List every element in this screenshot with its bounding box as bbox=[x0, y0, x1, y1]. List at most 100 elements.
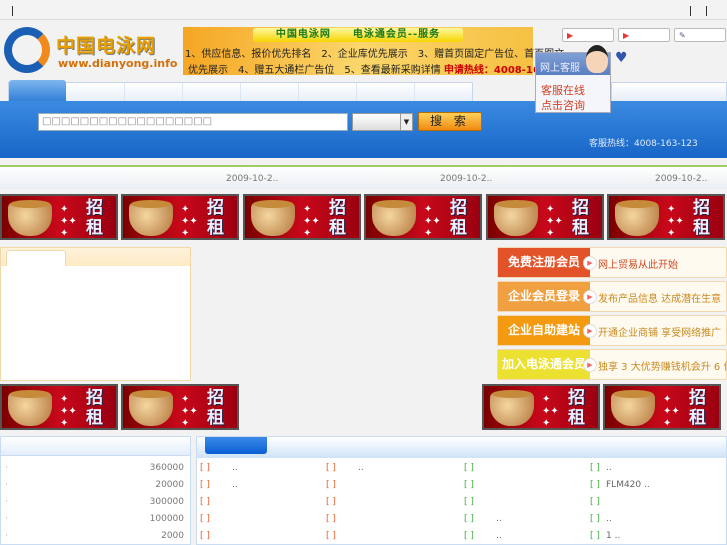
heart-icon[interactable]: ♥ bbox=[615, 50, 628, 66]
category-bracket: [ ] bbox=[464, 531, 474, 541]
table-row[interactable]: · 360000[ ]..[ ]..[ ][ ].. bbox=[0, 460, 727, 477]
banner-text: 招租 bbox=[693, 198, 710, 238]
for-rent-ad-banner[interactable]: ✦ ✦✦ ✦ 招租 bbox=[0, 384, 118, 430]
for-rent-ad-banner[interactable]: ✦ ✦✦ ✦ 招租 bbox=[121, 384, 239, 430]
for-rent-ad-banner[interactable]: ✦ ✦✦ ✦ 招租 bbox=[486, 194, 604, 240]
list-item-link[interactable]: .. bbox=[232, 463, 238, 473]
category-bracket: [ ] bbox=[200, 463, 210, 473]
action-desc: 独享 3 大优势赚钱机会升 6 倍 bbox=[598, 362, 727, 373]
gold-pot-icon bbox=[129, 200, 173, 236]
list-item-link[interactable]: .. bbox=[232, 480, 238, 490]
chevron-down-icon: ▼ bbox=[400, 114, 412, 130]
category-bracket: [ ] bbox=[464, 463, 474, 473]
arrow-icon: ▶ bbox=[623, 31, 630, 40]
action-desc: 开通企业商铺 享受网络推广 bbox=[598, 328, 722, 339]
list-item-link[interactable]: .. bbox=[496, 531, 502, 541]
category-bracket: [ ] bbox=[464, 497, 474, 507]
membership-ad-banner[interactable]: 中国电泳网 电泳通会员--服务 1、供应信息、报价优先排名 2、企业库优先展示 … bbox=[183, 27, 572, 76]
price-value: 360000 bbox=[149, 463, 184, 473]
for-rent-ad-banner[interactable]: ✦ ✦✦ ✦ 招租 bbox=[607, 194, 725, 240]
banner-text: 招租 bbox=[689, 388, 706, 428]
action-label: 企业会员登录 bbox=[498, 282, 590, 311]
table-row[interactable]: · 2000[ ][ ][ ]..[ ] 1 .. bbox=[0, 528, 727, 545]
list-item-link[interactable]: 1 .. bbox=[606, 531, 620, 541]
logo-icon bbox=[4, 27, 50, 73]
logo-domain: www.dianyong.info bbox=[58, 57, 178, 70]
list-item-link[interactable]: .. bbox=[496, 514, 502, 524]
price-value: 300000 bbox=[149, 497, 184, 507]
news-date: 2009-10-2.. bbox=[226, 174, 279, 184]
ad-line: 优先展示 4、赠五大通栏广告位 5、查看最新采购详情 bbox=[188, 65, 441, 76]
action-desc: 发布产品信息 达成潜在生意 bbox=[598, 294, 722, 305]
sparkle-icon: ✦ ✦✦ ✦ bbox=[542, 394, 559, 429]
table-row[interactable]: · 100000[ ][ ][ ]..[ ].. bbox=[0, 511, 727, 528]
arrow-icon: ▶ bbox=[583, 324, 597, 338]
arrow-icon: ▶ bbox=[583, 256, 597, 270]
search-category-select[interactable]: ▼ bbox=[352, 113, 413, 131]
site-logo[interactable]: 中国电泳网 www.dianyong.info bbox=[4, 27, 178, 75]
category-bracket: [ ] bbox=[326, 480, 336, 490]
category-bracket: [ ] bbox=[200, 497, 210, 507]
category-bracket: [ ] bbox=[590, 463, 600, 473]
sparkle-icon: ✦ ✦✦ ✦ bbox=[303, 204, 320, 239]
for-rent-ad-banner[interactable]: ✦ ✦✦ ✦ 招租 bbox=[482, 384, 600, 430]
action-button[interactable]: 免费注册会员 ▶ 网上贸易从此开始 bbox=[497, 247, 727, 278]
category-bracket: [ ] bbox=[464, 514, 474, 524]
edit-icon: ✎ bbox=[679, 31, 686, 40]
for-rent-ad-banner[interactable]: ✦ ✦✦ ✦ 招租 bbox=[243, 194, 361, 240]
consult-link[interactable]: 点击咨询 bbox=[541, 97, 585, 113]
sparkle-icon: ✦ ✦✦ ✦ bbox=[663, 394, 680, 429]
action-button[interactable]: 企业会员登录 ▶ 发布产品信息 达成潜在生意 bbox=[497, 281, 727, 312]
for-rent-ad-banner[interactable]: ✦ ✦✦ ✦ 招租 bbox=[0, 194, 118, 240]
news-date: 2009-10-2.. bbox=[440, 174, 493, 184]
search-input[interactable]: □□□□□□□□□□□□□□□□□□ bbox=[38, 113, 348, 131]
banner-text: 招租 bbox=[572, 198, 589, 238]
category-bracket: [ ] bbox=[590, 480, 600, 490]
category-bracket: [ ] bbox=[590, 514, 600, 524]
list-tab[interactable] bbox=[205, 437, 267, 454]
price-value: 100000 bbox=[149, 514, 184, 524]
gold-pot-icon bbox=[8, 200, 52, 236]
top-link-button[interactable]: ✎ bbox=[674, 28, 726, 42]
for-rent-ad-banner[interactable]: ✦ ✦✦ ✦ 招租 bbox=[364, 194, 482, 240]
nav-tabs-right[interactable] bbox=[611, 82, 727, 102]
category-bracket: [ ] bbox=[326, 531, 336, 541]
ad-heading: 中国电泳网 电泳通会员--服务 bbox=[253, 28, 463, 42]
for-rent-ad-banner[interactable]: ✦ ✦✦ ✦ 招租 bbox=[603, 384, 721, 430]
top-link-button[interactable]: ▶ bbox=[562, 28, 614, 42]
search-button[interactable]: 搜 索 bbox=[418, 112, 482, 131]
table-row[interactable]: · 20000[ ]..[ ][ ][ ] FLM420 .. bbox=[0, 477, 727, 494]
login-box bbox=[0, 247, 191, 381]
gold-pot-icon bbox=[129, 390, 173, 426]
list-item-link[interactable]: .. bbox=[358, 463, 364, 473]
sparkle-icon: ✦ ✦✦ ✦ bbox=[424, 204, 441, 239]
tab-active[interactable] bbox=[9, 80, 66, 103]
gold-pot-icon bbox=[611, 390, 655, 426]
list-item-link[interactable]: FLM420 .. bbox=[606, 480, 650, 490]
divider bbox=[706, 6, 707, 16]
news-ticker: 2009-10-2.. 2009-10-2.. 2009-10-2.. bbox=[0, 165, 727, 189]
for-rent-ad-banner[interactable]: ✦ ✦✦ ✦ 招租 bbox=[121, 194, 239, 240]
arrow-icon: ▶ bbox=[583, 290, 597, 304]
divider bbox=[690, 6, 691, 16]
list-item-link[interactable]: .. bbox=[606, 514, 612, 524]
top-link-button[interactable]: ▶ bbox=[618, 28, 670, 42]
logo-name: 中国电泳网 bbox=[56, 35, 157, 57]
list-item-link[interactable]: .. bbox=[606, 463, 612, 473]
divider bbox=[12, 6, 13, 16]
banner-text: 招租 bbox=[450, 198, 467, 238]
sparkle-icon: ✦ ✦✦ ✦ bbox=[181, 204, 198, 239]
table-row[interactable]: · 300000[ ][ ][ ][ ] bbox=[0, 494, 727, 511]
category-bracket: [ ] bbox=[200, 531, 210, 541]
login-tab[interactable] bbox=[6, 250, 66, 266]
action-button[interactable]: 加入电泳通会员 ▶ 独享 3 大优势赚钱机会升 6 倍 bbox=[497, 349, 727, 380]
ad-line: 1、供应信息、报价优先排名 2、企业库优先展示 3、赠首页固定广告位、首页图文 bbox=[185, 49, 565, 60]
gold-pot-icon bbox=[372, 200, 416, 236]
banner-text: 招租 bbox=[329, 198, 346, 238]
price-value: 20000 bbox=[155, 480, 184, 490]
service-online-link[interactable]: 客服在线 bbox=[541, 82, 585, 98]
online-service-widget[interactable]: 网上客服 客服在线 点击咨询 bbox=[535, 45, 611, 113]
category-bracket: [ ] bbox=[326, 497, 336, 507]
action-desc: 网上贸易从此开始 bbox=[598, 260, 678, 271]
action-button[interactable]: 企业自助建站 ▶ 开通企业商铺 享受网络推广 bbox=[497, 315, 727, 346]
